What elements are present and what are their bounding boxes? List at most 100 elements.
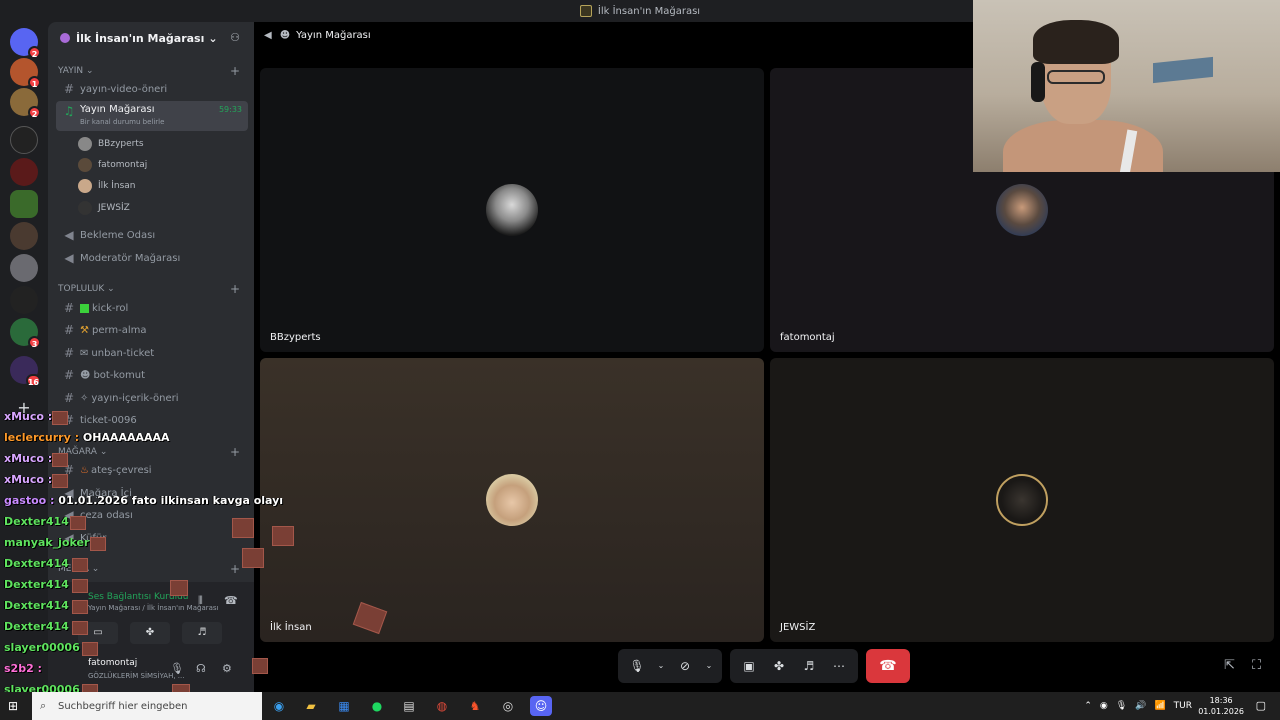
unread-badge: 1 (28, 76, 41, 89)
store-icon[interactable]: ▦ (333, 696, 355, 716)
activities-button[interactable]: ✤ (130, 622, 170, 644)
server-icon[interactable]: 1 (10, 58, 41, 89)
voice-channel-icon: ♫ (63, 104, 75, 118)
channel-label: ceza odası (80, 509, 133, 521)
soundboard-icon[interactable]: ♬ (796, 653, 822, 679)
edge-icon[interactable]: ◉ (268, 696, 290, 716)
voice-connection-panel: Ses Bağlantısı Kuruldu Yayın Mağarası / … (48, 582, 254, 692)
voice-user[interactable]: fatomontaj (78, 155, 147, 175)
text-channel-icon: # (63, 301, 75, 315)
create-channel-icon[interactable]: + (230, 64, 240, 78)
spotify-icon[interactable]: ● (366, 696, 388, 716)
server-icon[interactable]: 3 (10, 318, 41, 349)
windows-start-icon[interactable]: ⊞ (8, 699, 22, 713)
server-icon[interactable] (10, 286, 38, 314)
taskbar-search[interactable]: ⌕ Suchbegriff hier eingeben (32, 692, 262, 720)
screen-share-icon[interactable]: ▣ (736, 653, 762, 679)
category-label: TOPLULUK (58, 284, 105, 294)
chevron-down-icon[interactable]: ⌄ (654, 653, 668, 679)
activities-icon[interactable]: ✤ (766, 653, 792, 679)
chat-user: Dexter414 : (4, 515, 78, 528)
participant-tile[interactable]: İlk İnsan (260, 358, 764, 642)
noise-suppression-icon[interactable]: ⦀ (198, 594, 203, 608)
text-channel-icon: # (63, 323, 75, 337)
input-language[interactable]: TUR (1174, 701, 1192, 711)
invite-people-icon[interactable]: ⚇ (230, 31, 240, 44)
server-icon[interactable] (10, 222, 38, 250)
server-icon[interactable]: 16 (10, 356, 41, 387)
channel-status[interactable]: Bir kanal durumu belirle (80, 118, 164, 126)
chevron-down-icon[interactable]: ⌄ (702, 653, 716, 679)
channel-moderator-magarasi[interactable]: ◀ Moderatör Mağarası (56, 248, 248, 268)
brave-icon[interactable]: ♞ (464, 696, 486, 716)
user-name[interactable]: fatomontaj (88, 658, 137, 668)
clock-time: 18:36 (1209, 696, 1233, 705)
channel-yayin-video-oneri[interactable]: # yayın-video-öneri (56, 79, 248, 99)
channel-perm-alma[interactable]: # ⚒ perm-alma (56, 320, 248, 340)
camera-off-icon[interactable]: ⊘ (672, 653, 698, 679)
server-icon[interactable] (10, 126, 38, 154)
more-icon[interactable]: ⋯ (826, 653, 852, 679)
chat-message: Dexter414 : (4, 557, 77, 570)
microphone-icon[interactable]: 🎙 (624, 653, 650, 679)
chat-user: slayer00006 : (4, 641, 88, 654)
robot-icon: ☻ (80, 369, 91, 381)
voice-user[interactable]: JEWSİZ (78, 198, 130, 218)
chevron-up-icon[interactable]: ⌃ (1084, 701, 1092, 711)
server-icon[interactable] (10, 254, 38, 282)
fullscreen-icon[interactable]: ⛶ (1252, 658, 1261, 673)
chat-message: xMuco : (4, 452, 52, 465)
category-topluluk[interactable]: TOPLULUK ⌄ + (58, 282, 244, 296)
obs-icon[interactable]: ◎ (497, 696, 519, 716)
notification-icon[interactable]: ▢ (1256, 699, 1266, 712)
avatar (996, 184, 1048, 236)
settings-gear-icon[interactable]: ⚙ (222, 662, 232, 675)
voice-user[interactable]: İlk İnsan (78, 176, 136, 196)
home-button[interactable]: 2 (10, 28, 41, 59)
category-magara[interactable]: MAĞARA ⌄ + (58, 445, 244, 459)
calculator-icon[interactable]: ▤ (398, 696, 420, 716)
create-channel-icon[interactable]: + (230, 562, 240, 576)
channel-ates-cevresi[interactable]: # ♨ ateş-çevresi (56, 460, 248, 480)
soundboard-button[interactable]: ♬ (182, 622, 222, 644)
channel-label: Yayın Mağarası (80, 104, 155, 115)
wall-poster (1153, 56, 1213, 84)
create-channel-icon[interactable]: + (230, 445, 240, 459)
category-yayin[interactable]: YAYIN ⌄ + (58, 64, 244, 78)
network-icon[interactable]: 📶 (1154, 701, 1165, 711)
windows-taskbar: ⊞ ⌕ Suchbegriff hier eingeben ◉ ▰ ▦ ● ▤ … (0, 692, 1280, 720)
microphone-icon[interactable]: 🎙 (1116, 701, 1127, 711)
popout-icon[interactable]: ⇱ (1224, 658, 1235, 673)
volume-icon[interactable]: 🔊 (1135, 701, 1146, 711)
chrome-icon[interactable]: ◍ (431, 696, 453, 716)
disconnect-icon[interactable]: ☎ (224, 594, 238, 607)
channel-yayin-magarasi[interactable]: ♫ Yayın Mağarası 59:33 Bir kanal durumu … (56, 101, 248, 131)
discord-taskbar-icon[interactable]: ☺ (530, 696, 552, 716)
taskbar-clock[interactable]: 18:36 01.01.2026 (1198, 695, 1244, 717)
headphones-icon[interactable]: ☊ (196, 662, 206, 675)
voice-user-name: İlk İnsan (98, 181, 136, 191)
channel-ticket[interactable]: # ticket-0096 (56, 410, 248, 430)
channel-kick-rol[interactable]: # kick-rol (56, 298, 248, 318)
channel-bekleme-odasi[interactable]: ◀ Bekleme Odası (56, 225, 248, 245)
file-explorer-icon[interactable]: ▰ (300, 696, 322, 716)
server-icon-active[interactable] (10, 190, 38, 218)
server-name: İlk İnsan'ın Mağarası (76, 31, 205, 45)
server-icon[interactable] (10, 158, 38, 186)
server-header[interactable]: İlk İnsan'ın Mağarası ⌄ ⚇ (48, 22, 254, 54)
server-icon[interactable]: 2 (10, 88, 41, 119)
channel-bot-komut[interactable]: # ☻ bot-komut (56, 365, 248, 385)
create-channel-icon[interactable]: + (230, 282, 240, 296)
voice-user[interactable]: BBzyperts (78, 134, 144, 154)
search-icon: ⌕ (40, 699, 47, 712)
unread-badge: 2 (28, 106, 41, 119)
channel-unban-ticket[interactable]: # ✉ unban-ticket (56, 343, 248, 363)
microphone-icon[interactable]: 🎙 (170, 662, 184, 675)
tray-app-icon[interactable]: ◉ (1100, 701, 1108, 711)
participant-name: JEWSİZ (780, 622, 816, 633)
avatar (78, 179, 92, 193)
hang-up-icon[interactable]: ☎ (866, 649, 910, 683)
channel-yayin-icerik-oneri[interactable]: # ✧ yayın-içerik-öneri (56, 388, 248, 408)
participant-tile[interactable]: JEWSİZ (770, 358, 1274, 642)
participant-tile[interactable]: BBzyperts (260, 68, 764, 352)
